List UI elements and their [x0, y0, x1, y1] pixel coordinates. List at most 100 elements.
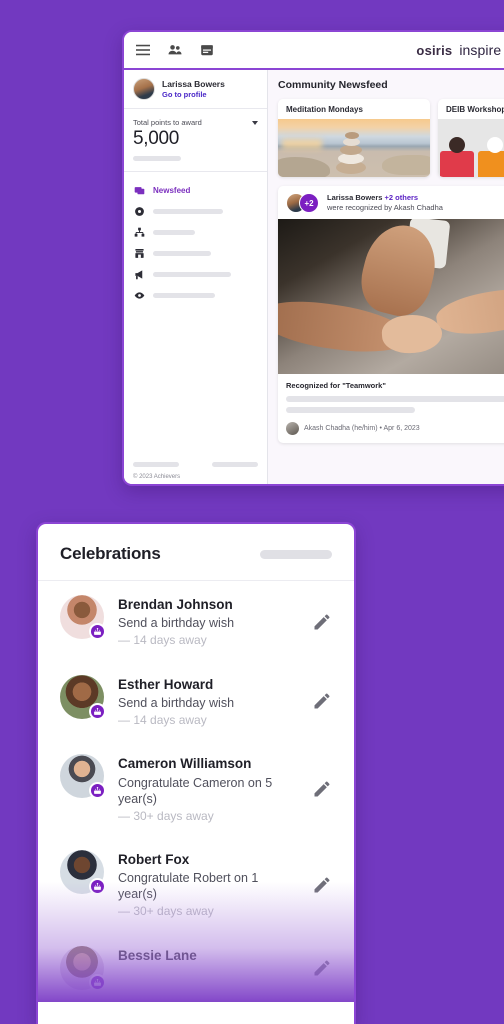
- avatar-wrapper: [60, 849, 106, 895]
- sidebar-item-skeleton: [153, 272, 231, 277]
- sidebar-item-skeleton: [153, 209, 223, 214]
- list-item-text: Bessie Lane: [118, 946, 298, 966]
- pencil-icon[interactable]: [312, 691, 332, 711]
- recognition-header: +2 Larissa Bowers +2 others were recogni…: [278, 186, 504, 219]
- pencil-icon[interactable]: [312, 779, 332, 799]
- rock-right: [382, 155, 430, 175]
- promo-card-meditation[interactable]: Meditation Mondays: [278, 99, 430, 177]
- person-name: Esther Howard: [118, 676, 214, 692]
- person-name: Cameron Williamson: [118, 756, 252, 772]
- hierarchy-icon: [134, 227, 145, 238]
- store-icon: [134, 248, 145, 259]
- chevron-down-icon[interactable]: [252, 120, 258, 125]
- birthday-cake-icon: [89, 702, 106, 720]
- pencil-icon[interactable]: [312, 875, 332, 895]
- celebration-action: Send a birthday wish: [118, 616, 235, 631]
- app-window: osiris inspire ✻ Larissa Bowers Go to pr…: [122, 30, 504, 486]
- recognition-footer: Recognized for "Teamwork" Akash Chadha (…: [278, 374, 504, 443]
- people-icon[interactable]: [168, 43, 182, 57]
- sidebar-nav: Newsfeed: [124, 172, 267, 462]
- gear-icon: [134, 206, 145, 217]
- calendar-icon[interactable]: [200, 43, 214, 57]
- celebration-when: — 14 days away: [118, 712, 207, 727]
- promo-card-deib[interactable]: DEIB Workshop: [438, 99, 504, 177]
- person-name: Bessie Lane: [118, 947, 197, 963]
- points-value: 5,000: [133, 128, 180, 149]
- person-name: Brendan Johnson: [118, 597, 233, 612]
- newsfeed-panel: Community Newsfeed Meditation Mondays DE…: [268, 70, 504, 484]
- pencil-icon[interactable]: [312, 958, 332, 978]
- list-item[interactable]: Esther Howard Send a birthday wish — 14 …: [38, 661, 354, 741]
- celebration-when: — 14 days away: [118, 633, 207, 648]
- page-title: Community Newsfeed: [278, 79, 388, 91]
- sidebar-item-skeleton: [153, 251, 211, 256]
- sidebar-item-newsfeed[interactable]: Newsfeed: [124, 180, 267, 201]
- sidebar-item-6[interactable]: [124, 285, 267, 306]
- app-header: osiris inspire ✻: [124, 32, 504, 70]
- sidebar: Larissa Bowers Go to profile Total point…: [124, 70, 268, 484]
- list-item[interactable]: Cameron Williamson Congratulate Cameron …: [38, 740, 354, 836]
- points-panel: Total points to award 5,000: [124, 109, 267, 172]
- copyright-text: © 2023 Achievers: [133, 474, 181, 480]
- list-item-text: Robert Fox Congratulate Robert on 1 year…: [118, 850, 298, 920]
- sidebar-profile[interactable]: Larissa Bowers Go to profile: [124, 70, 267, 109]
- promo-card-title: Meditation Mondays: [286, 105, 363, 114]
- sidebar-item-4[interactable]: [124, 243, 267, 264]
- footer-skeletons: [133, 462, 258, 467]
- sidebar-item-skeleton: [153, 230, 195, 235]
- person-2: [476, 137, 504, 177]
- list-item[interactable]: Bessie Lane: [38, 932, 354, 1002]
- footer-skeleton-left: [133, 462, 179, 467]
- footer-skeleton-right: [212, 462, 258, 467]
- avatar-cluster: +2: [286, 193, 320, 213]
- avatar-wrapper: [60, 754, 106, 800]
- recognition-author: Akash Chadha (he/him) • Apr 6, 2023: [304, 425, 420, 432]
- recognition-author-row: Akash Chadha (he/him) • Apr 6, 2023: [286, 422, 504, 435]
- birthday-cake-icon: [89, 973, 106, 991]
- pencil-icon[interactable]: [312, 612, 332, 632]
- points-skeleton-bar: [133, 156, 181, 161]
- birthday-cake-icon: [89, 782, 106, 800]
- sidebar-item-2[interactable]: [124, 201, 267, 222]
- profile-name: Larissa Bowers: [162, 79, 225, 89]
- sidebar-item-label: Newsfeed: [153, 186, 191, 195]
- person-1: [438, 137, 476, 177]
- list-item-text: Brendan Johnson Send a birthday wish — 1…: [118, 595, 298, 649]
- recognized-for-text: Recognized for "Teamwork": [286, 381, 386, 390]
- go-to-profile-link[interactable]: Go to profile: [162, 90, 225, 99]
- recipient-name[interactable]: Larissa Bowers: [327, 193, 382, 202]
- list-item-text: Cameron Williamson Congratulate Cameron …: [118, 754, 298, 824]
- sidebar-item-3[interactable]: [124, 222, 267, 243]
- celebrations-header: Celebrations: [38, 524, 354, 581]
- brand-logo: osiris inspire ✻: [416, 42, 504, 58]
- megaphone-icon: [134, 269, 145, 280]
- eye-icon: [134, 290, 145, 301]
- body-skeleton-line-1: [286, 396, 504, 402]
- list-item[interactable]: Robert Fox Congratulate Robert on 1 year…: [38, 836, 354, 932]
- avatar-wrapper: [60, 945, 106, 991]
- hand-2: [433, 280, 504, 342]
- celebration-when: — 30+ days away: [118, 808, 214, 823]
- brand-inspire-text: inspire: [459, 42, 502, 58]
- recognition-text: Larissa Bowers +2 others were recognized…: [327, 193, 443, 213]
- celebration-action: Congratulate Robert on 1 year(s): [118, 871, 259, 902]
- list-item[interactable]: Brendan Johnson Send a birthday wish — 1…: [38, 581, 354, 661]
- header-skeleton-bar: [260, 549, 332, 559]
- celebrations-list: Brendan Johnson Send a birthday wish — 1…: [38, 581, 354, 1002]
- avatar-wrapper: [60, 674, 106, 720]
- hamburger-menu-icon[interactable]: [136, 43, 150, 57]
- recipient-others[interactable]: +2 others: [385, 193, 419, 202]
- sidebar-footer: © 2023 Achievers: [124, 462, 267, 484]
- points-label: Total points to award: [133, 118, 202, 127]
- app-body: Larissa Bowers Go to profile Total point…: [124, 70, 504, 484]
- stone-3: [340, 145, 362, 155]
- sidebar-item-5[interactable]: [124, 264, 267, 285]
- page-root: osiris inspire ✻ Larissa Bowers Go to pr…: [0, 0, 504, 1024]
- celebration-action: Send a birthday wish: [118, 695, 235, 710]
- stacked-hands-teamwork-photo: [278, 219, 504, 374]
- brand-osiris-text: osiris: [416, 42, 453, 58]
- points-header[interactable]: Total points to award: [133, 118, 258, 127]
- recognition-post: +2 Larissa Bowers +2 others were recogni…: [278, 186, 504, 443]
- newsfeed-icon: [134, 185, 145, 196]
- stone-4: [343, 138, 360, 146]
